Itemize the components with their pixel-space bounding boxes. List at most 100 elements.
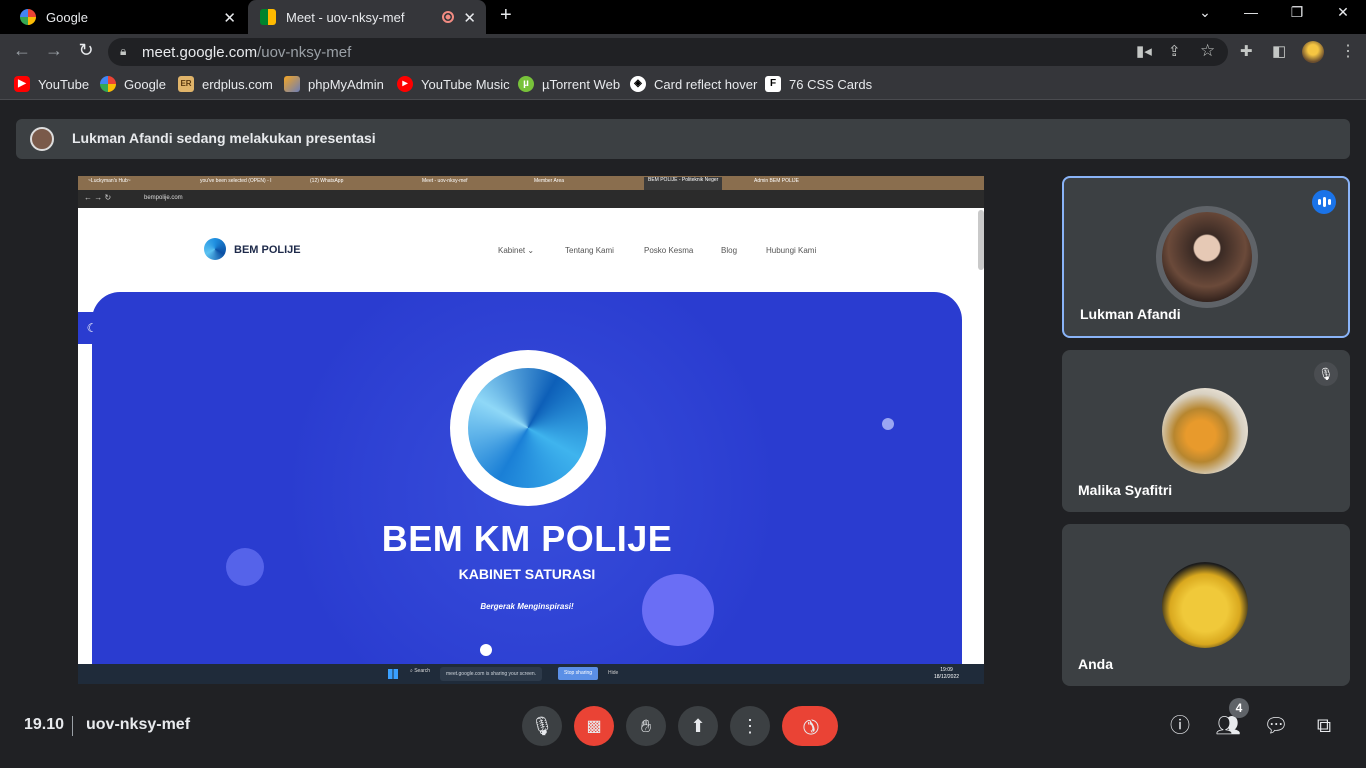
raise-hand-icon: ✋︎ bbox=[640, 715, 652, 736]
present-screen-icon: ⬆ bbox=[690, 715, 706, 736]
shared-scrollbar bbox=[978, 210, 984, 270]
side-panel-icon[interactable]: ◧ bbox=[1272, 42, 1286, 60]
minimize-button[interactable]: — bbox=[1228, 4, 1274, 20]
site-nav-posko: Posko Kesma bbox=[644, 246, 694, 255]
restore-button[interactable]: ❐ bbox=[1274, 4, 1320, 21]
tab-google[interactable]: Google ✕ bbox=[8, 0, 246, 34]
camera-off-icon: ▩ bbox=[586, 718, 602, 735]
presentation-banner: Lukman Afandi sedang melakukan presentas… bbox=[16, 119, 1350, 159]
close-window-button[interactable]: ✕ bbox=[1320, 4, 1366, 21]
bookmark-phpmyadmin[interactable]: phpMyAdmin bbox=[284, 76, 384, 92]
bookmark-css-cards[interactable]: F 76 CSS Cards bbox=[765, 76, 872, 92]
shared-nav-icons: ← → ↻ bbox=[84, 193, 112, 202]
meeting-code: uov-nksy-mef bbox=[86, 716, 191, 733]
utorrent-icon: µ bbox=[518, 76, 534, 92]
bookmarks-bar: ▶ YouTube Google ER erdplus.com phpMyAdmin… bbox=[0, 70, 1366, 100]
shared-tab: ~Luckyman's Hub~ bbox=[88, 178, 131, 184]
speaking-indicator-icon bbox=[1312, 190, 1336, 214]
f-icon: F bbox=[765, 76, 781, 92]
site-nav-tentang: Tentang Kami bbox=[565, 246, 614, 255]
raise-hand-button[interactable]: ✋︎ bbox=[626, 706, 666, 746]
forward-icon[interactable]: → bbox=[42, 40, 66, 61]
moon-icon: ☾ bbox=[78, 312, 106, 344]
close-tab-icon[interactable]: ✕ bbox=[223, 9, 236, 27]
close-tab-icon[interactable]: ✕ bbox=[463, 9, 476, 27]
present-button[interactable]: ⬆ bbox=[678, 706, 718, 746]
site-header: BEM POLIJE Kabinet ⌄ Tentang Kami Posko … bbox=[78, 208, 978, 290]
shared-url: bempolije.com bbox=[144, 195, 183, 201]
site-nav-kabinet: Kabinet ⌄ bbox=[498, 246, 535, 255]
shared-tab: (12) WhatsApp bbox=[310, 178, 344, 184]
participant-count-badge: 4 bbox=[1229, 698, 1249, 718]
mic-button[interactable]: 🎙︎ bbox=[522, 706, 562, 746]
tab-title: Google bbox=[46, 9, 88, 25]
hero-bubble bbox=[882, 418, 894, 430]
chat-icon[interactable]: 💬︎ bbox=[1262, 712, 1290, 740]
presenter-avatar bbox=[30, 127, 54, 151]
hero-title: BEM KM POLIJE bbox=[381, 518, 673, 559]
new-tab-button[interactable]: + bbox=[500, 4, 512, 27]
profile-avatar[interactable] bbox=[1302, 41, 1324, 63]
youtube-music-icon: ▸ bbox=[397, 76, 413, 92]
shared-screen: ~Luckyman's Hub~ you've been selected (O… bbox=[78, 176, 984, 684]
tab-title: Meet - uov-nksy-mef bbox=[286, 9, 405, 25]
hero-bubble bbox=[480, 644, 492, 656]
tab-meet[interactable]: Meet - uov-nksy-mef ✕ bbox=[248, 0, 486, 34]
stop-sharing-button: Stop sharing bbox=[558, 667, 599, 680]
bem-logo-icon bbox=[204, 238, 226, 260]
taskbar-search: ⌕ Search bbox=[410, 668, 431, 674]
participant-tile[interactable]: Lukman Afandi bbox=[1062, 176, 1350, 338]
hero-subtitle: KABINET SATURASI bbox=[458, 566, 596, 582]
menu-icon[interactable]: ⋮ bbox=[1340, 41, 1356, 61]
site-hero: BEM KM POLIJE KABINET SATURASI Bergerak … bbox=[92, 292, 962, 672]
shared-tab: Meet - uov-nksy-mef bbox=[422, 178, 468, 184]
lock-icon[interactable]: 🔒︎ bbox=[120, 44, 126, 59]
google-icon bbox=[20, 9, 36, 25]
bookmark-google[interactable]: Google bbox=[100, 76, 166, 92]
extensions-icon[interactable]: ✚ bbox=[1240, 42, 1253, 60]
windows-start-icon bbox=[388, 669, 398, 679]
bookmark-card-reflect[interactable]: ◈ Card reflect hover bbox=[630, 76, 757, 92]
back-icon[interactable]: ← bbox=[10, 40, 34, 61]
end-call-button[interactable]: ✆ bbox=[782, 706, 838, 746]
more-options-button[interactable]: ⋮ bbox=[730, 706, 770, 746]
recording-icon bbox=[442, 11, 454, 23]
shared-tab: Member Area bbox=[534, 178, 565, 184]
erdplus-icon: ER bbox=[178, 76, 194, 92]
url-text: meet.google.com/uov-nksy-mef bbox=[142, 44, 352, 61]
info-icon[interactable]: ⓘ bbox=[1166, 712, 1194, 740]
participant-name: Malika Syafitri bbox=[1078, 482, 1173, 498]
activities-icon[interactable]: ⧉ bbox=[1310, 712, 1338, 740]
mic-off-icon: 🎙︎ bbox=[1314, 362, 1338, 386]
site-logo-text: BEM POLIJE bbox=[234, 244, 301, 256]
shared-tab: Admin BEM POLIJE bbox=[754, 178, 800, 184]
bookmark-youtube-music[interactable]: ▸ YouTube Music bbox=[397, 76, 510, 92]
tab-search-icon[interactable]: ⌄ bbox=[1182, 4, 1228, 21]
participant-tile[interactable]: Anda bbox=[1062, 524, 1350, 686]
shared-tab-strip: ~Luckyman's Hub~ you've been selected (O… bbox=[78, 176, 984, 190]
bookmark-star-icon[interactable]: ☆ bbox=[1200, 41, 1215, 61]
meeting-time: 19.10 bbox=[24, 716, 65, 733]
share-icon[interactable]: ⇪ bbox=[1168, 42, 1181, 60]
camera-off-button[interactable]: ▩ bbox=[574, 706, 614, 746]
address-bar[interactable]: 🔒︎ meet.google.com/uov-nksy-mef ▮◂ ⇪ ☆ bbox=[108, 38, 1228, 66]
participant-name: Lukman Afandi bbox=[1080, 306, 1181, 322]
hero-tagline: Bergerak Menginspirasi! bbox=[480, 602, 574, 611]
bookmark-youtube[interactable]: ▶ YouTube bbox=[14, 76, 89, 92]
bookmark-erdplus[interactable]: ER erdplus.com bbox=[178, 76, 273, 92]
participant-avatar bbox=[1156, 206, 1258, 308]
taskbar-clock: 19:09 18/12/2022 bbox=[934, 667, 960, 680]
participant-tile[interactable]: 🎙︎ Malika Syafitri bbox=[1062, 350, 1350, 512]
browser-tab-strip: Google ✕ Meet - uov-nksy-mef ✕ + ⌄ — ❐ ✕ bbox=[0, 0, 1366, 34]
share-notice: meet.google.com is sharing your screen. bbox=[440, 667, 543, 681]
phpmyadmin-icon bbox=[284, 76, 300, 92]
reload-icon[interactable]: ↻ bbox=[74, 40, 98, 61]
bookmark-utorrent[interactable]: µ µTorrent Web bbox=[518, 76, 620, 92]
shared-taskbar: ⌕ Search meet.google.com is sharing your… bbox=[78, 664, 984, 684]
codepen-icon: ◈ bbox=[630, 76, 646, 92]
site-nav-blog: Blog bbox=[721, 246, 738, 255]
more-vert-icon: ⋮ bbox=[741, 715, 759, 736]
camera-icon[interactable]: ▮◂ bbox=[1136, 42, 1152, 60]
meet-icon bbox=[260, 9, 276, 25]
hide-label: Hide bbox=[608, 670, 619, 676]
